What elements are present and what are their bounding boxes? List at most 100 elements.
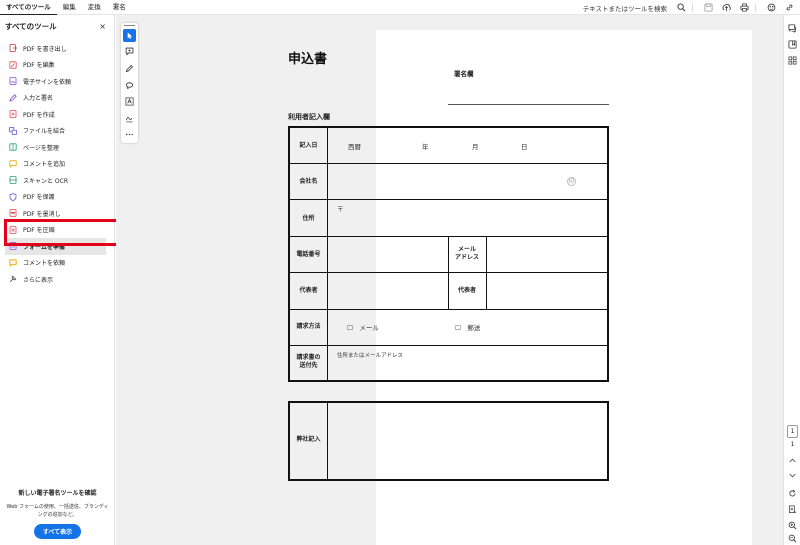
tool-more[interactable]: さらに表示 (0, 271, 115, 288)
invoice-destination-label: 請求書の 送付先 (290, 354, 327, 370)
all-tools-panel: すべてのツール × PDF を書き出し PDF を編集 電子サインを依頼 入力と… (0, 15, 115, 545)
date-label: 記入日 (299, 142, 318, 149)
edit-pdf-icon (9, 61, 17, 69)
date-month: 月 (472, 143, 479, 151)
link-icon[interactable] (782, 1, 796, 15)
address-label: 住所 (302, 215, 315, 222)
tool-label: スキャンと OCR (23, 177, 68, 185)
tool-label: コメントを追加 (23, 161, 66, 169)
tool-label: PDF を編集 (23, 62, 55, 70)
tool-request-comment[interactable]: コメントを依頼 (0, 255, 115, 272)
print-icon[interactable] (737, 1, 751, 15)
tool-fill-sign[interactable]: 入力と署名 (0, 90, 115, 107)
total-pages: 1 (790, 441, 795, 448)
destination-value: 住所またはメールアドレス (337, 353, 404, 359)
chevron-down-icon[interactable] (788, 471, 797, 480)
page-display-icon[interactable] (788, 505, 797, 514)
tool-scan-ocr[interactable]: スキャンと OCR (0, 172, 115, 189)
search-icon[interactable] (674, 1, 688, 15)
table-divider (290, 345, 607, 346)
upload-icon[interactable] (719, 1, 733, 15)
tool-request-esign[interactable]: 電子サインを依頼 (0, 73, 115, 90)
organize-pages-icon (9, 143, 17, 151)
toolbar-divider (755, 3, 756, 12)
table-divider (290, 309, 607, 310)
postal-mark: 〒 (337, 205, 344, 213)
menu-sign[interactable]: 署名 (107, 0, 132, 15)
table-divider (327, 403, 328, 479)
tool-create-pdf[interactable]: PDF を作成 (0, 106, 115, 123)
comments-panel-icon[interactable] (788, 24, 797, 33)
office-use-label: 弊社記入 (296, 436, 321, 443)
chevron-up-icon[interactable] (788, 456, 797, 465)
select-cursor-icon[interactable] (123, 29, 136, 42)
tool-label: PDF を保護 (23, 194, 55, 202)
representative-label: 代表者 (299, 287, 318, 294)
comment-icon (9, 160, 17, 168)
tool-edit-pdf[interactable]: PDF を編集 (0, 57, 115, 74)
esign-promo: 新しい電子署名ツールを確認 Web フォームの使用、一括送信、ブランディングの追… (0, 488, 115, 539)
view-all-button[interactable]: すべて表示 (33, 524, 82, 539)
add-text-icon[interactable] (123, 95, 136, 108)
tool-list: PDF を書き出し PDF を編集 電子サインを依頼 入力と署名 PDF を作成… (0, 40, 115, 288)
search-placeholder[interactable]: テキストまたはツールを検索 (583, 3, 667, 13)
phone-label: 電話番号 (296, 251, 321, 258)
share-icon[interactable] (764, 1, 778, 15)
save-icon[interactable] (701, 1, 715, 15)
draw-shape-icon[interactable] (123, 79, 136, 92)
request-esign-icon (9, 77, 17, 86)
tool-add-comment[interactable]: コメントを追加 (0, 156, 115, 173)
tool-organize-pages[interactable]: ページを整理 (0, 139, 115, 156)
bookmark-icon[interactable] (788, 40, 797, 49)
rotate-icon[interactable] (788, 489, 797, 498)
fill-sign-icon (9, 93, 17, 102)
signature-line (448, 104, 609, 105)
thumbnails-icon[interactable] (788, 56, 797, 65)
tool-label: ページを整理 (23, 144, 59, 152)
more-icon[interactable] (123, 128, 136, 141)
billing-method-label: 請求方法 (296, 323, 321, 330)
quick-tools-toolbar (121, 23, 138, 143)
close-icon[interactable]: × (99, 22, 106, 31)
method-mail-checkbox[interactable]: ☐ メール (347, 322, 379, 332)
representative-label-2: 代表者 (457, 287, 476, 294)
tool-protect-pdf[interactable]: PDF を保護 (0, 189, 115, 206)
draw-pen-icon[interactable] (123, 62, 136, 75)
zoom-in-icon[interactable] (788, 521, 797, 530)
toolbar-right: テキストまたはツールを検索 (583, 0, 796, 15)
menu-convert[interactable]: 変換 (82, 0, 107, 15)
sign-icon[interactable] (123, 112, 136, 125)
company-label: 会社名 (299, 178, 318, 185)
zoom-out-icon[interactable] (788, 534, 797, 543)
email-label: メール アドレス (448, 246, 486, 262)
tool-combine-files[interactable]: ファイルを結合 (0, 123, 115, 140)
panel-title: すべてのツール (5, 21, 57, 31)
tool-label: ファイルを結合 (23, 128, 66, 136)
export-pdf-icon (9, 44, 17, 53)
combine-files-icon (9, 126, 17, 135)
tool-label: 電子サインを依頼 (23, 78, 72, 86)
section-title: 利用者記入欄 (288, 113, 330, 121)
tool-label: PDF を書き出し (23, 45, 67, 53)
document-title: 申込書 (288, 52, 328, 67)
tool-export-pdf[interactable]: PDF を書き出し (0, 40, 115, 57)
office-use-table: 弊社記入 (288, 401, 609, 481)
add-comment-icon[interactable] (123, 45, 136, 58)
tool-label: コメントを依頼 (23, 260, 66, 268)
promo-description: Web フォームの使用、一括送信、ブランディングの追加など。 (6, 504, 109, 518)
date-year: 年 (422, 143, 429, 151)
table-divider (327, 128, 328, 380)
current-page-input[interactable]: 1 (787, 425, 798, 438)
date-day: 日 (521, 143, 528, 151)
menu-all-tools[interactable]: すべてのツール (0, 0, 57, 15)
menu-edit[interactable]: 編集 (57, 0, 82, 15)
dest-label-line1: 請求書の (296, 354, 321, 361)
signature-label: 署名欄 (454, 70, 474, 78)
table-divider (290, 163, 607, 164)
right-rail: 1 1 (783, 15, 800, 545)
table-divider (290, 199, 607, 200)
more-tools-icon (9, 275, 17, 283)
scan-ocr-icon (9, 176, 17, 185)
method-post-checkbox[interactable]: ☐ 郵送 (455, 322, 480, 332)
table-divider (486, 236, 487, 309)
